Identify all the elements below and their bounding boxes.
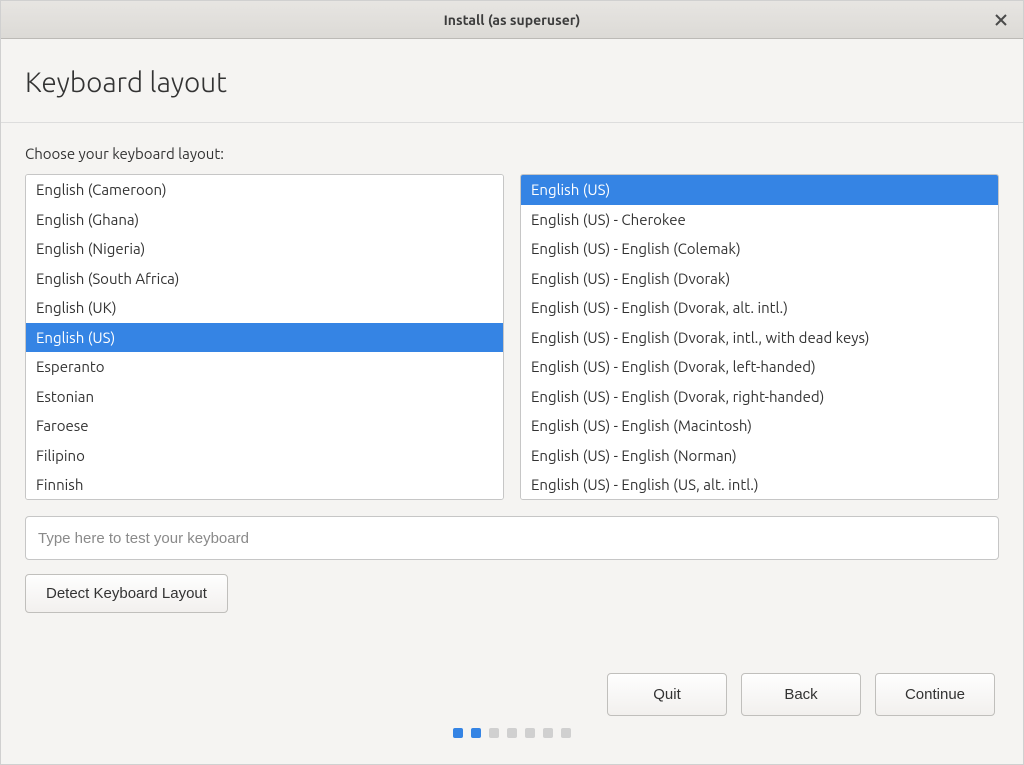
close-icon[interactable] (991, 10, 1011, 30)
variant-item[interactable]: English (US) - English (Dvorak, right-ha… (521, 382, 998, 412)
pager-dot[interactable] (543, 728, 553, 738)
variant-item[interactable]: English (US) - English (Dvorak, alt. int… (521, 293, 998, 323)
divider (1, 122, 1023, 123)
window-title: Install (as superuser) (444, 12, 581, 28)
keyboard-test-input[interactable] (25, 516, 999, 560)
layout-item[interactable]: English (South Africa) (26, 264, 503, 294)
variant-item[interactable]: English (US) - Cherokee (521, 205, 998, 235)
keyboard-variant-list[interactable]: English (US)English (US) - CherokeeEngli… (520, 174, 999, 500)
pager-dot[interactable] (507, 728, 517, 738)
variant-item[interactable]: English (US) - English (Dvorak, left-han… (521, 352, 998, 382)
page-title: Keyboard layout (25, 67, 999, 98)
layout-item[interactable]: English (Ghana) (26, 205, 503, 235)
layout-item[interactable]: Esperanto (26, 352, 503, 382)
layout-item[interactable]: Faroese (26, 411, 503, 441)
variant-item[interactable]: English (US) - English (Dvorak, intl., w… (521, 323, 998, 353)
variant-item[interactable]: English (US) - English (Norman) (521, 441, 998, 471)
variant-item[interactable]: English (US) - English (US, alt. intl.) (521, 470, 998, 500)
variant-item[interactable]: English (US) - English (Colemak) (521, 234, 998, 264)
layout-item[interactable]: Finnish (26, 470, 503, 500)
pager-dot[interactable] (525, 728, 535, 738)
continue-button[interactable]: Continue (875, 673, 995, 716)
layout-lists-row: English (Cameroon)English (Ghana)English… (25, 174, 999, 500)
layout-item[interactable]: English (US) (26, 323, 503, 353)
content-area: Keyboard layout Choose your keyboard lay… (1, 39, 1023, 764)
variant-item[interactable]: English (US) (521, 175, 998, 205)
keyboard-layout-list[interactable]: English (Cameroon)English (Ghana)English… (25, 174, 504, 500)
layout-item[interactable]: English (Cameroon) (26, 175, 503, 205)
layout-item[interactable]: Filipino (26, 441, 503, 471)
pager-dot[interactable] (561, 728, 571, 738)
layout-item[interactable]: English (Nigeria) (26, 234, 503, 264)
back-button[interactable]: Back (741, 673, 861, 716)
nav-buttons: Quit Back Continue (25, 673, 999, 716)
installer-window: Install (as superuser) Keyboard layout C… (0, 0, 1024, 765)
variant-item[interactable]: English (US) - English (Macintosh) (521, 411, 998, 441)
quit-button[interactable]: Quit (607, 673, 727, 716)
variant-item[interactable]: English (US) - English (Dvorak) (521, 264, 998, 294)
detect-row: Detect Keyboard Layout (25, 574, 999, 613)
detect-keyboard-button[interactable]: Detect Keyboard Layout (25, 574, 228, 613)
pager-dot[interactable] (471, 728, 481, 738)
choose-layout-label: Choose your keyboard layout: (25, 145, 999, 162)
pager-dot[interactable] (453, 728, 463, 738)
layout-item[interactable]: English (UK) (26, 293, 503, 323)
pager-dot[interactable] (489, 728, 499, 738)
titlebar: Install (as superuser) (1, 1, 1023, 39)
layout-item[interactable]: Estonian (26, 382, 503, 412)
step-pager (25, 716, 999, 746)
